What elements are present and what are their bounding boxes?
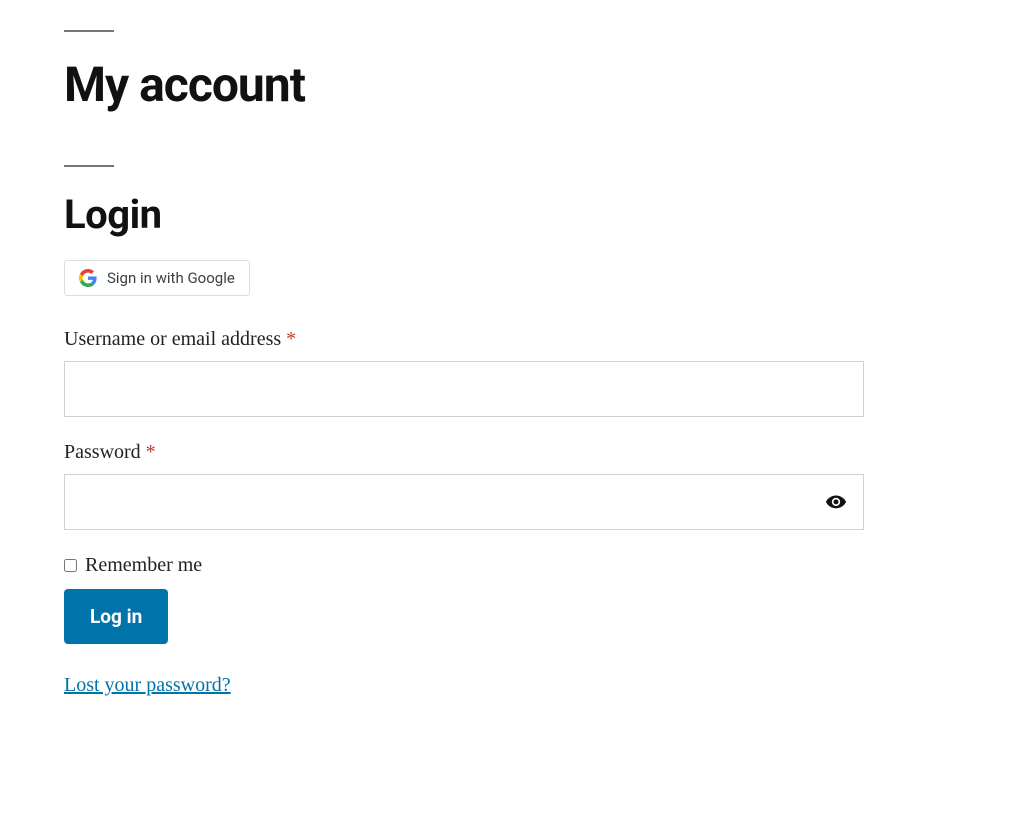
password-label: Password bbox=[64, 441, 141, 463]
username-input[interactable] bbox=[64, 361, 864, 417]
divider bbox=[64, 30, 114, 32]
username-label: Username or email address bbox=[64, 328, 281, 350]
google-signin-label: Sign in with Google bbox=[107, 269, 235, 287]
required-mark: * bbox=[286, 328, 296, 350]
username-field-row: Username or email address * bbox=[64, 328, 864, 417]
lost-password-link[interactable]: Lost your password? bbox=[64, 674, 231, 697]
remember-row: Remember me bbox=[64, 554, 864, 577]
eye-icon bbox=[825, 490, 847, 515]
google-icon bbox=[79, 269, 97, 287]
remember-checkbox[interactable] bbox=[64, 559, 77, 572]
required-mark: * bbox=[146, 441, 156, 463]
login-button-label: Log in bbox=[90, 605, 142, 628]
remember-label: Remember me bbox=[85, 554, 202, 577]
divider bbox=[64, 165, 114, 167]
google-signin-button[interactable]: Sign in with Google bbox=[64, 260, 250, 296]
password-input[interactable] bbox=[64, 474, 864, 530]
password-field-row: Password * bbox=[64, 441, 864, 530]
toggle-password-button[interactable] bbox=[818, 484, 854, 520]
username-label-line: Username or email address * bbox=[64, 328, 864, 351]
login-button[interactable]: Log in bbox=[64, 589, 168, 644]
page-title: My account bbox=[64, 56, 960, 113]
login-heading: Login bbox=[64, 191, 960, 238]
login-form: Username or email address * Password * R… bbox=[64, 328, 864, 697]
password-label-line: Password * bbox=[64, 441, 864, 464]
